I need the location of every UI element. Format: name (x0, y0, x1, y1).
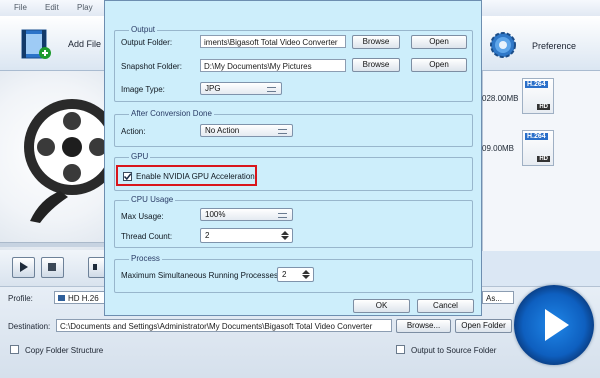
profile-value: HD H.26 (68, 294, 99, 303)
destination-input[interactable]: C:\Documents and Settings\Administrator\… (56, 319, 392, 332)
profile-select[interactable]: HD H.26 (54, 291, 106, 304)
gpu-highlight-box (116, 165, 257, 186)
preference-button[interactable]: Preference (486, 28, 596, 62)
after-conversion-group: After Conversion Done (114, 109, 473, 147)
destination-label: Destination: (8, 322, 51, 331)
output-to-source-checkbox[interactable] (396, 345, 405, 354)
thread-count-stepper[interactable]: 2 (200, 228, 293, 243)
preference-label: Preference (532, 41, 577, 51)
output-open-button[interactable]: Open (411, 35, 467, 49)
browse-destination-button[interactable]: Browse... (396, 319, 451, 333)
film-reel-icon (24, 99, 106, 223)
thread-count-value: 2 (205, 231, 210, 240)
add-file-button[interactable]: Add File (18, 28, 106, 62)
add-file-label: Add File (68, 39, 102, 49)
process-group-title: Process (129, 254, 162, 263)
video-icon (58, 295, 65, 301)
ok-button[interactable]: OK (353, 299, 410, 313)
play-icon (20, 262, 28, 272)
arrow-down-icon[interactable] (281, 236, 289, 240)
video-file-icon: H.264 HD (522, 130, 554, 166)
save-as-combo[interactable]: As... (482, 291, 514, 304)
after-conversion-group-title: After Conversion Done (129, 109, 214, 118)
stop-button[interactable] (41, 257, 64, 278)
snapshot-open-button[interactable]: Open (411, 58, 467, 72)
speaker-icon (93, 264, 97, 270)
codec-label: H.264 (525, 133, 548, 140)
add-file-icon (21, 29, 51, 59)
arrow-up-icon[interactable] (281, 231, 289, 235)
output-group-title: Output (129, 25, 158, 34)
output-folder-label: Output Folder: (121, 38, 173, 47)
hd-badge: HD (537, 104, 550, 110)
save-as-label: As... (486, 294, 503, 303)
file-size: 028.00MB (482, 94, 519, 103)
cpu-usage-group-title: CPU Usage (129, 195, 176, 204)
preferences-dialog: Output Output Folder: iments\Bigasoft To… (104, 0, 482, 316)
arrow-down-icon[interactable] (302, 275, 310, 279)
action-value: No Action (205, 126, 240, 135)
action-select[interactable]: No Action (200, 124, 293, 137)
menu-play[interactable]: Play (77, 3, 93, 12)
output-browse-button[interactable]: Browse (352, 35, 400, 49)
hd-badge: HD (537, 156, 550, 162)
image-type-select[interactable]: JPG (200, 82, 282, 95)
max-usage-select[interactable]: 100% (200, 208, 293, 221)
thread-count-label: Thread Count: (121, 232, 173, 241)
stop-icon (48, 263, 56, 271)
preview-panel (0, 71, 106, 251)
snapshot-browse-button[interactable]: Browse (352, 58, 400, 72)
file-size: 09.00MB (482, 144, 515, 153)
menu-file[interactable]: File (14, 3, 27, 12)
cancel-button[interactable]: Cancel (417, 299, 474, 313)
play-icon (545, 309, 569, 341)
copy-folder-checkbox[interactable] (10, 345, 19, 354)
image-type-value: JPG (205, 84, 221, 93)
copy-folder-label: Copy Folder Structure (25, 346, 104, 355)
snapshot-folder-input[interactable]: D:\My Documents\My Pictures (200, 59, 346, 72)
snapshot-folder-label: Snapshot Folder: (121, 62, 182, 71)
progress-slider[interactable] (0, 242, 106, 247)
max-usage-label: Max Usage: (121, 212, 164, 221)
open-folder-button[interactable]: Open Folder (455, 319, 512, 333)
max-usage-value: 100% (205, 210, 226, 219)
video-file-icon: H.264 HD (522, 78, 554, 114)
menu-edit[interactable]: Edit (45, 3, 59, 12)
arrow-up-icon[interactable] (302, 270, 310, 274)
max-processes-value: 2 (282, 270, 287, 279)
max-processes-stepper[interactable]: 2 (277, 267, 314, 282)
image-type-label: Image Type: (121, 85, 165, 94)
gpu-group-title: GPU (129, 152, 151, 161)
codec-label: H.264 (525, 81, 548, 88)
play-button[interactable] (12, 257, 35, 278)
list-item[interactable]: 09.00MB H.264 HD (482, 128, 600, 188)
dropdown-icon (267, 87, 276, 92)
convert-button[interactable] (514, 285, 594, 365)
output-folder-input[interactable]: iments\Bigasoft Total Video Converter (200, 35, 346, 48)
list-item[interactable]: 028.00MB H.264 HD (482, 76, 600, 136)
gear-icon (490, 32, 516, 58)
dropdown-icon (278, 213, 287, 218)
max-processes-label: Maximum Simultaneous Running Processes: (121, 271, 281, 280)
dropdown-icon (278, 129, 287, 134)
action-label: Action: (121, 127, 146, 136)
output-to-source-label: Output to Source Folder (411, 346, 497, 355)
profile-label: Profile: (8, 294, 33, 303)
